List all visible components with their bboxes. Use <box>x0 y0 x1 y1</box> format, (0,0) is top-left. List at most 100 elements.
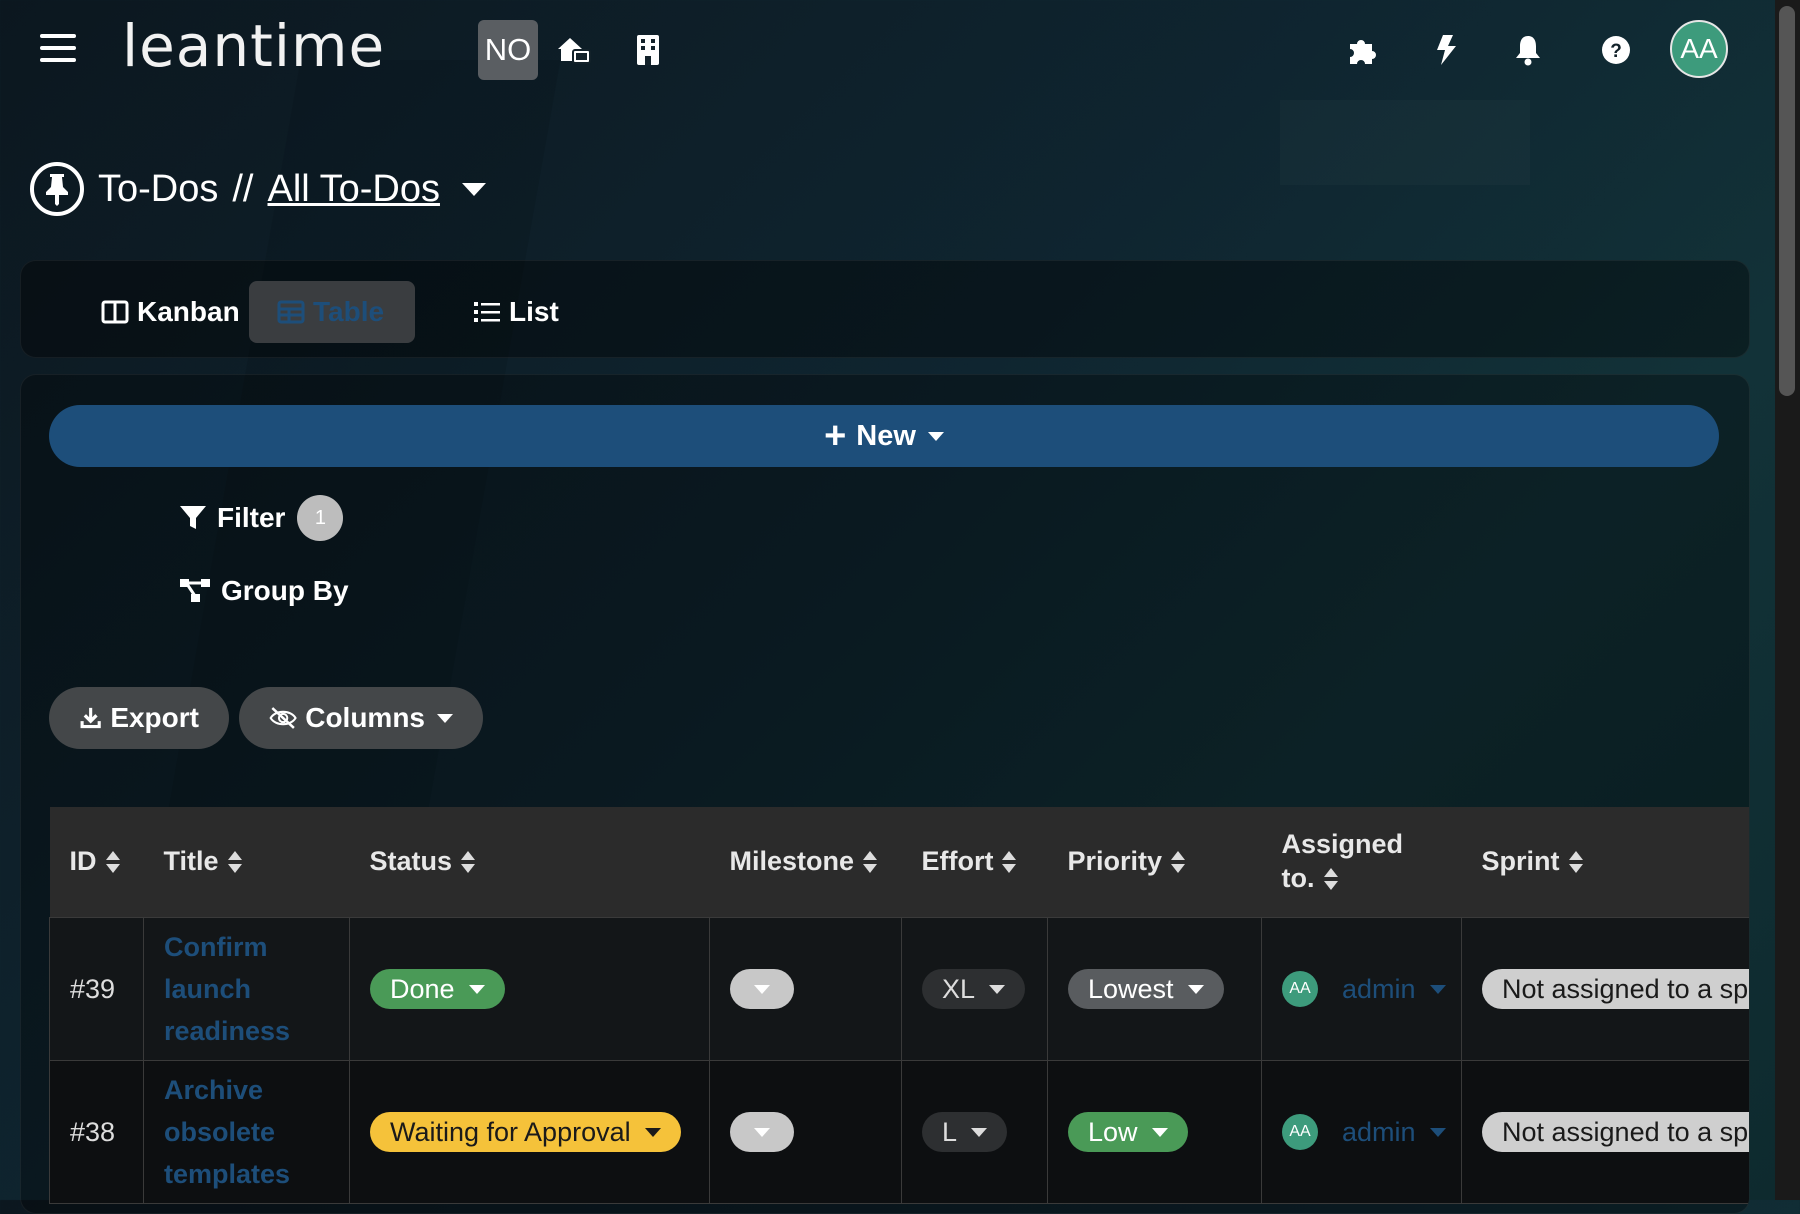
pin-icon <box>30 162 84 216</box>
groupby-button[interactable]: Group By <box>179 575 349 607</box>
row-title-line[interactable]: readiness <box>164 1010 349 1052</box>
app-logo[interactable]: leantime <box>122 12 385 80</box>
assignee-dropdown[interactable]: AA admin <box>1282 971 1461 1007</box>
chevron-down-icon <box>1429 984 1446 994</box>
breadcrumb-current[interactable]: All To-Dos <box>268 168 440 211</box>
columns-button[interactable]: Columns <box>239 687 483 749</box>
column-header-assigned-label-2: to. <box>1281 863 1315 893</box>
row-assignee-cell: AA admin <box>1261 917 1462 1061</box>
page-scrollbar[interactable] <box>1775 0 1800 1200</box>
todo-panel: + New Filter 1 Group By Export Columns I… <box>20 374 1750 1214</box>
effort-dropdown[interactable]: XL <box>922 969 1026 1009</box>
column-header-id[interactable]: ID <box>49 807 144 918</box>
avatar: AA <box>1282 971 1318 1007</box>
row-title-line[interactable]: obsolete <box>164 1111 349 1153</box>
chevron-down-icon[interactable] <box>461 182 486 196</box>
column-header-effort[interactable]: Effort <box>901 807 1048 918</box>
table-row: #38 Archive obsolete templates Waiting f… <box>49 1060 1749 1204</box>
row-id: #39 <box>49 917 144 1061</box>
background-shape <box>1280 100 1530 185</box>
chevron-down-icon <box>468 984 485 994</box>
tab-kanban-label: Kanban <box>137 296 240 327</box>
row-id: #38 <box>49 1060 144 1204</box>
priority-dropdown[interactable]: Lowest <box>1068 969 1224 1009</box>
milestone-dropdown[interactable] <box>730 969 794 1009</box>
groupby-icon <box>180 579 210 602</box>
column-header-status[interactable]: Status <box>349 807 710 918</box>
tab-list[interactable]: List <box>443 281 589 343</box>
tab-table[interactable]: Table <box>249 281 415 343</box>
row-status-cell: Done <box>349 917 710 1061</box>
help-icon[interactable]: ? <box>1594 28 1638 72</box>
sort-icon[interactable] <box>1323 868 1338 890</box>
bell-icon[interactable] <box>1506 28 1550 72</box>
status-dropdown[interactable]: Waiting for Approval <box>370 1112 681 1152</box>
priority-dropdown[interactable]: Low <box>1068 1112 1188 1152</box>
column-header-milestone[interactable]: Milestone <box>709 807 902 918</box>
eye-slash-icon <box>269 707 297 729</box>
export-label: Export <box>110 702 199 733</box>
row-title[interactable]: Archive obsolete templates <box>143 1060 350 1204</box>
workspace-badge[interactable]: NO <box>478 20 538 80</box>
new-button[interactable]: + New <box>49 405 1719 467</box>
chevron-down-icon <box>971 1127 988 1137</box>
column-header-title[interactable]: Title <box>143 807 350 918</box>
chevron-down-icon <box>1429 1127 1446 1137</box>
row-title-line[interactable]: templates <box>164 1153 349 1195</box>
effort-label: XL <box>942 973 976 1004</box>
groupby-label: Group By <box>221 575 349 606</box>
filter-label: Filter <box>217 502 286 533</box>
sort-icon[interactable] <box>105 851 120 874</box>
sort-icon[interactable] <box>1002 851 1017 874</box>
download-icon <box>80 707 101 729</box>
menu-icon[interactable] <box>40 34 76 64</box>
sort-icon[interactable] <box>1171 851 1186 874</box>
sort-icon[interactable] <box>461 851 476 874</box>
sprint-dropdown[interactable]: Not assigned to a sprint <box>1482 1112 1749 1152</box>
sort-icon[interactable] <box>1568 851 1583 874</box>
breadcrumb-separator: // <box>232 167 254 210</box>
home-icon[interactable] <box>552 28 596 72</box>
chevron-down-icon <box>754 1127 770 1137</box>
row-title[interactable]: Confirm launch readiness <box>143 917 350 1061</box>
tab-list-label: List <box>509 296 559 327</box>
breadcrumb-section: To-Dos <box>98 167 219 210</box>
column-header-assigned-label: Assigned <box>1281 829 1404 860</box>
row-sprint-cell: Not assigned to a sprint <box>1461 1060 1749 1204</box>
tab-kanban[interactable]: Kanban <box>71 281 270 343</box>
building-icon[interactable] <box>626 28 670 72</box>
assignee-dropdown[interactable]: AA admin <box>1282 1114 1461 1150</box>
effort-label: L <box>942 1116 958 1147</box>
todo-table-wrapper: ID Title Status Milestone Effort Priorit… <box>49 807 1749 1204</box>
svg-text:?: ? <box>1610 41 1622 62</box>
row-priority-cell: Low <box>1047 1060 1262 1204</box>
sort-icon[interactable] <box>863 851 878 874</box>
puzzle-icon[interactable] <box>1340 28 1384 72</box>
table-row: #39 Confirm launch readiness Done XL Low… <box>49 917 1749 1061</box>
avatar: AA <box>1282 1114 1318 1150</box>
chevron-down-icon <box>1151 1127 1168 1137</box>
filter-button[interactable]: Filter 1 <box>179 495 344 541</box>
row-title-line[interactable]: launch <box>164 968 349 1010</box>
row-effort-cell: XL <box>901 917 1048 1061</box>
column-header-sprint[interactable]: Sprint <box>1461 807 1749 918</box>
row-title-line[interactable]: Archive <box>164 1069 349 1111</box>
column-header-priority[interactable]: Priority <box>1047 807 1262 918</box>
row-milestone-cell <box>709 917 902 1061</box>
chevron-down-icon <box>927 431 944 441</box>
effort-dropdown[interactable]: L <box>922 1112 1008 1152</box>
milestone-dropdown[interactable] <box>730 1112 794 1152</box>
row-title-line[interactable]: Confirm <box>164 926 349 968</box>
user-avatar[interactable]: AA <box>1670 20 1728 78</box>
column-header-milestone-label: Milestone <box>729 846 855 877</box>
scrollbar-thumb[interactable] <box>1779 6 1795 396</box>
column-header-assigned[interactable]: Assigned to. <box>1261 807 1462 918</box>
filter-icon <box>180 506 206 529</box>
lightning-icon[interactable] <box>1424 28 1468 72</box>
export-button[interactable]: Export <box>49 687 229 749</box>
assignee-name: admin <box>1342 973 1416 1004</box>
status-label: Done <box>390 973 455 1004</box>
sprint-dropdown[interactable]: Not assigned to a sprint <box>1482 969 1749 1009</box>
sort-icon[interactable] <box>227 851 242 874</box>
status-dropdown[interactable]: Done <box>370 969 505 1009</box>
